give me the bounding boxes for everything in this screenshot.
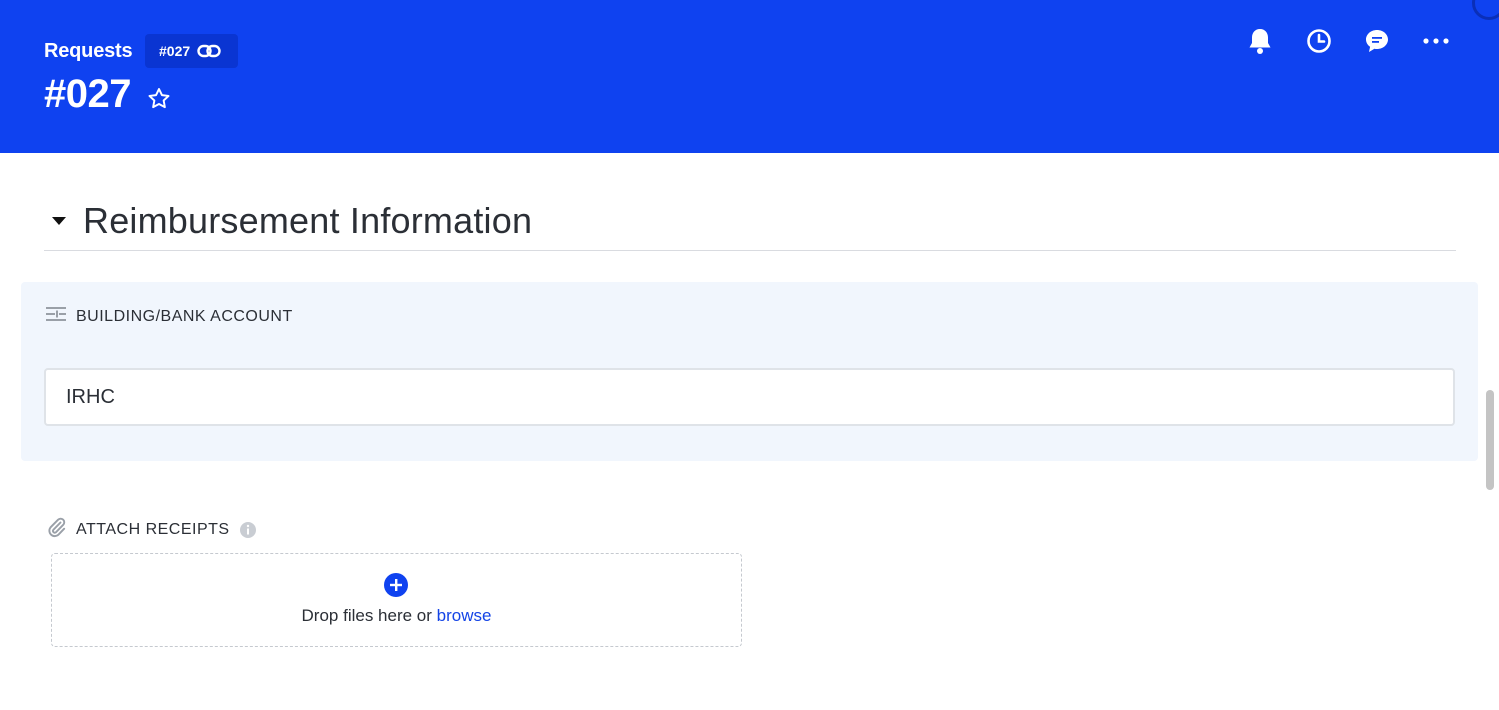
section-header: Reimbursement Information [44, 198, 1456, 251]
bell-icon[interactable] [1246, 27, 1274, 55]
more-icon[interactable] [1422, 27, 1450, 55]
scrollbar[interactable] [1483, 390, 1497, 490]
link-icon[interactable] [197, 44, 221, 58]
info-icon[interactable] [239, 521, 257, 539]
record-id-chip[interactable]: #027 [145, 34, 238, 68]
sliders-icon [46, 305, 66, 328]
clock-icon[interactable] [1305, 27, 1333, 55]
paperclip-icon [46, 516, 66, 543]
attach-receipts-label-row: ATTACH RECEIPTS [46, 516, 257, 543]
page-header: Requests #027 #027 [0, 0, 1499, 153]
add-file-icon[interactable] [384, 573, 408, 597]
section-title: Reimbursement Information [83, 200, 533, 241]
record-id-label: #027 [159, 43, 191, 59]
dropzone-text: Drop files here or browse [52, 606, 741, 626]
chat-icon[interactable] [1363, 27, 1391, 55]
scrollbar-thumb[interactable] [1486, 390, 1494, 490]
building-field-panel: BUILDING/BANK ACCOUNT [21, 282, 1478, 461]
page-title: #027 [44, 72, 131, 116]
attach-receipts-label: ATTACH RECEIPTS [76, 520, 230, 538]
building-field-label-row: BUILDING/BANK ACCOUNT [46, 305, 293, 328]
browse-link[interactable]: browse [437, 606, 492, 625]
close-panel-button[interactable] [1472, 0, 1499, 20]
star-icon[interactable] [146, 86, 172, 117]
file-dropzone[interactable]: Drop files here or browse [51, 553, 742, 647]
collapse-caret-icon[interactable] [52, 217, 66, 225]
drop-instruction: Drop files here or [301, 606, 437, 625]
building-bank-account-input[interactable] [44, 368, 1455, 426]
building-field-label: BUILDING/BANK ACCOUNT [76, 307, 293, 325]
breadcrumb-requests[interactable]: Requests [44, 40, 133, 63]
